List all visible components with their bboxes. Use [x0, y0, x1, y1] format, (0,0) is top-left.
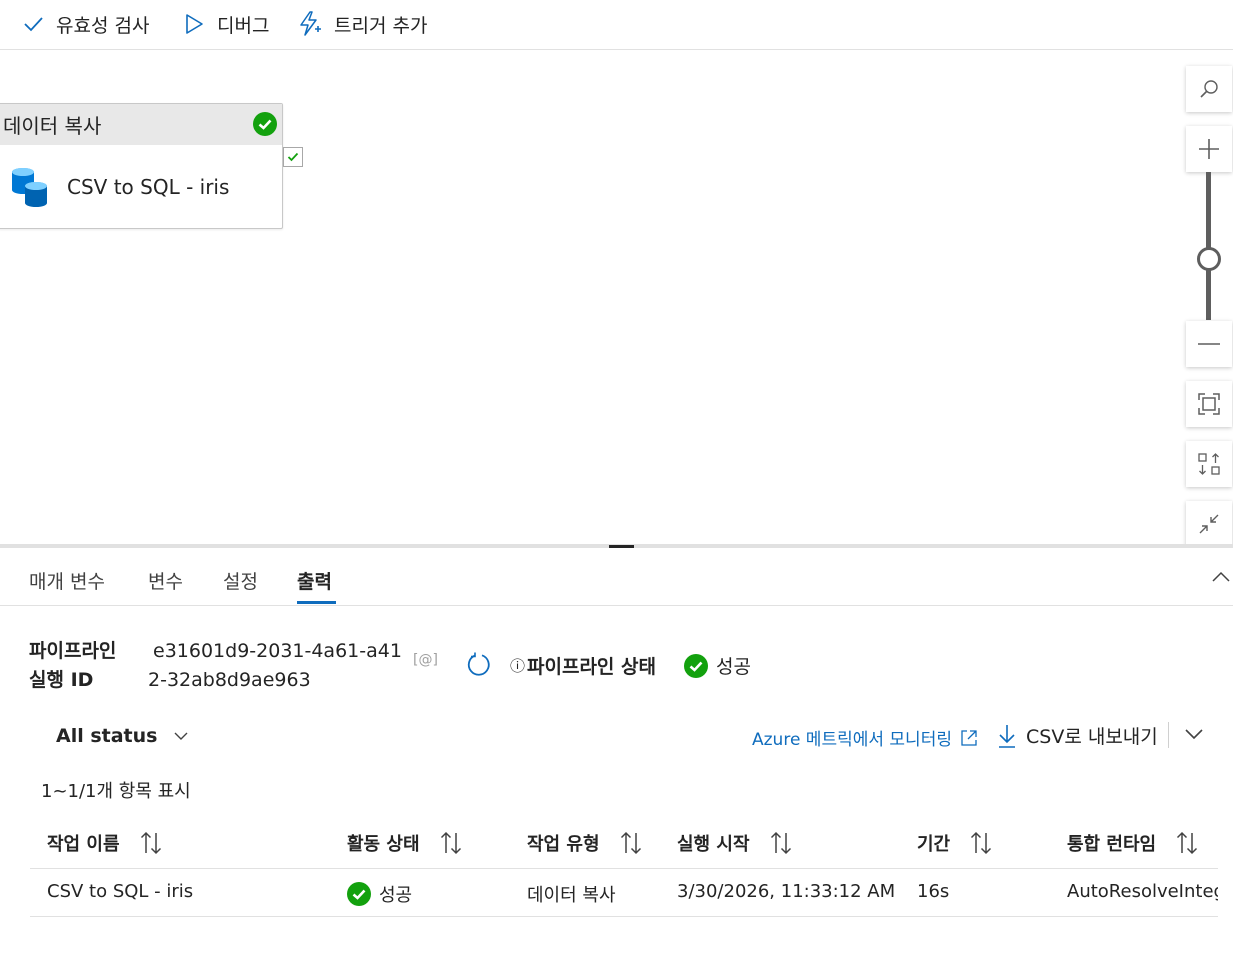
column-header-activity-name[interactable]: 작업 이름	[47, 830, 162, 856]
azure-metrics-label: Azure 메트릭에서 모니터링	[752, 730, 952, 750]
refresh-icon[interactable]	[466, 652, 492, 678]
database-copy-icon	[12, 168, 47, 207]
column-label: 실행 시작	[677, 834, 750, 855]
pipeline-status-value-text: 성공	[716, 656, 751, 678]
sort-icon	[620, 831, 641, 855]
status-text: 성공	[379, 885, 413, 906]
pipeline-status-text: 파이프라인 상태	[527, 656, 656, 678]
tab-variables[interactable]: 변수	[148, 567, 183, 594]
column-label: 통합 런타임	[1067, 834, 1157, 855]
toolbar: 유효성 검사 디버그 트리거 추가	[0, 0, 1233, 50]
debug-button[interactable]: 디버그	[183, 8, 269, 40]
validate-label: 유효성 검사	[56, 14, 150, 37]
activity-header: 데이터 복사	[0, 104, 282, 145]
check-circle-icon	[253, 112, 277, 136]
copy-activity-node[interactable]: 데이터 복사 CSV to SQL - iris	[0, 103, 283, 229]
column-label: 활동 상태	[347, 834, 420, 855]
zoom-in-icon	[1199, 139, 1219, 159]
success-output-port[interactable]	[283, 147, 303, 167]
add-trigger-button[interactable]: 트리거 추가	[298, 8, 427, 40]
export-csv-label: CSV로 내보내기	[1026, 726, 1158, 748]
external-link-icon	[961, 729, 977, 746]
column-header-activity-type[interactable]: 작업 유형	[527, 830, 642, 856]
fit-to-screen-icon	[1198, 393, 1220, 415]
zoom-out-icon	[1198, 343, 1220, 345]
auto-align-button[interactable]	[1186, 441, 1232, 487]
pipeline-status-label: ⓘ 파이프라인 상태	[510, 652, 656, 679]
column-label: 작업 이름	[47, 834, 120, 855]
info-icon[interactable]: ⓘ	[510, 655, 525, 676]
sort-icon	[971, 831, 992, 855]
column-header-integration-runtime[interactable]: 통합 런타임	[1067, 830, 1198, 856]
column-header-duration[interactable]: 기간	[917, 830, 992, 856]
zoom-slider-track[interactable]	[1206, 172, 1211, 320]
export-csv-button[interactable]: CSV로 내보내기	[998, 722, 1158, 749]
zoom-in-button[interactable]	[1186, 126, 1232, 172]
play-icon	[186, 14, 203, 34]
sort-icon	[140, 831, 161, 855]
zoom-slider-thumb[interactable]	[1197, 247, 1221, 271]
tab-parameters[interactable]: 매개 변수	[29, 567, 105, 594]
run-id-line2: 2-32ab8d9ae963	[148, 669, 311, 691]
search-icon	[1200, 80, 1218, 98]
bottom-panel-tabs: 매개 변수 변수 설정 출력	[0, 548, 1233, 606]
collapse-view-button[interactable]	[1186, 501, 1232, 544]
toolbar-divider	[1168, 722, 1169, 748]
checkmark-icon	[24, 17, 43, 32]
chevron-down-icon	[174, 732, 188, 740]
check-circle-icon	[684, 653, 708, 678]
cell-run-start: 3/30/2026, 11:33:12 AM	[677, 881, 896, 902]
sort-icon	[770, 831, 791, 855]
cell-activity-status: 성공	[347, 881, 412, 907]
table-row[interactable]: CSV to SQL - iris 성공 데이터 복사 3/30/2026, 1…	[30, 869, 1218, 917]
validate-button[interactable]: 유효성 검사	[22, 8, 149, 40]
auto-align-icon	[1198, 453, 1220, 475]
column-label: 작업 유형	[527, 834, 600, 855]
debug-label: 디버그	[217, 14, 270, 37]
status-filter-label: All status	[56, 725, 158, 747]
column-header-run-start[interactable]: 실행 시작	[677, 830, 792, 856]
pipeline-canvas[interactable]: 데이터 복사 CSV to SQL - iris	[0, 51, 1233, 544]
table-header: 작업 이름 활동 상태 작업 유형 실행 시작 기간 통합 런타임	[30, 820, 1218, 869]
azure-metrics-link[interactable]: Azure 메트릭에서 모니터링	[752, 725, 978, 750]
column-label: 기간	[917, 834, 951, 855]
run-id-line1: e31601d9-2031-4a61-a41	[153, 640, 402, 662]
canvas-search-button[interactable]	[1186, 66, 1232, 112]
zoom-out-button[interactable]	[1186, 321, 1232, 367]
chevron-down-icon[interactable]	[1184, 727, 1204, 741]
activity-body: CSV to SQL - iris	[0, 145, 282, 229]
fit-to-screen-button[interactable]	[1186, 381, 1232, 427]
items-count: 1~1/1개 항목 표시	[41, 781, 191, 802]
activity-name: CSV to SQL - iris	[67, 175, 230, 199]
tab-settings[interactable]: 설정	[223, 567, 258, 594]
run-id-value: e31601d9-2031-4a61-a41 2-32ab8d9ae963	[148, 637, 402, 695]
copy-icon[interactable]: [@]	[413, 652, 438, 668]
sort-icon	[1177, 831, 1198, 855]
tab-output[interactable]: 출력	[297, 567, 332, 594]
lightning-add-icon	[300, 11, 321, 36]
sort-icon	[440, 831, 461, 855]
activity-runs-table: 작업 이름 활동 상태 작업 유형 실행 시작 기간 통합 런타임 CSV to…	[30, 820, 1218, 917]
small-checkmark-icon	[287, 152, 299, 162]
column-header-activity-status[interactable]: 활동 상태	[347, 830, 462, 856]
run-id-label: 파이프라인 실행 ID	[29, 640, 117, 691]
cell-activity-name[interactable]: CSV to SQL - iris	[47, 881, 193, 902]
collapse-icon	[1199, 514, 1219, 534]
cell-integration-runtime: AutoResolveInteg	[1067, 881, 1218, 902]
add-trigger-label: 트리거 추가	[334, 14, 428, 37]
status-filter-dropdown[interactable]: All status	[56, 725, 189, 747]
pipeline-status-value: 성공	[684, 652, 751, 679]
cell-duration: 16s	[917, 881, 950, 902]
chevron-up-icon[interactable]	[1211, 570, 1231, 584]
cell-activity-type: 데이터 복사	[527, 885, 616, 906]
download-icon	[999, 724, 1015, 748]
activity-type-label: 데이터 복사	[3, 114, 102, 138]
check-circle-icon	[347, 882, 371, 906]
active-tab-indicator	[297, 601, 336, 604]
